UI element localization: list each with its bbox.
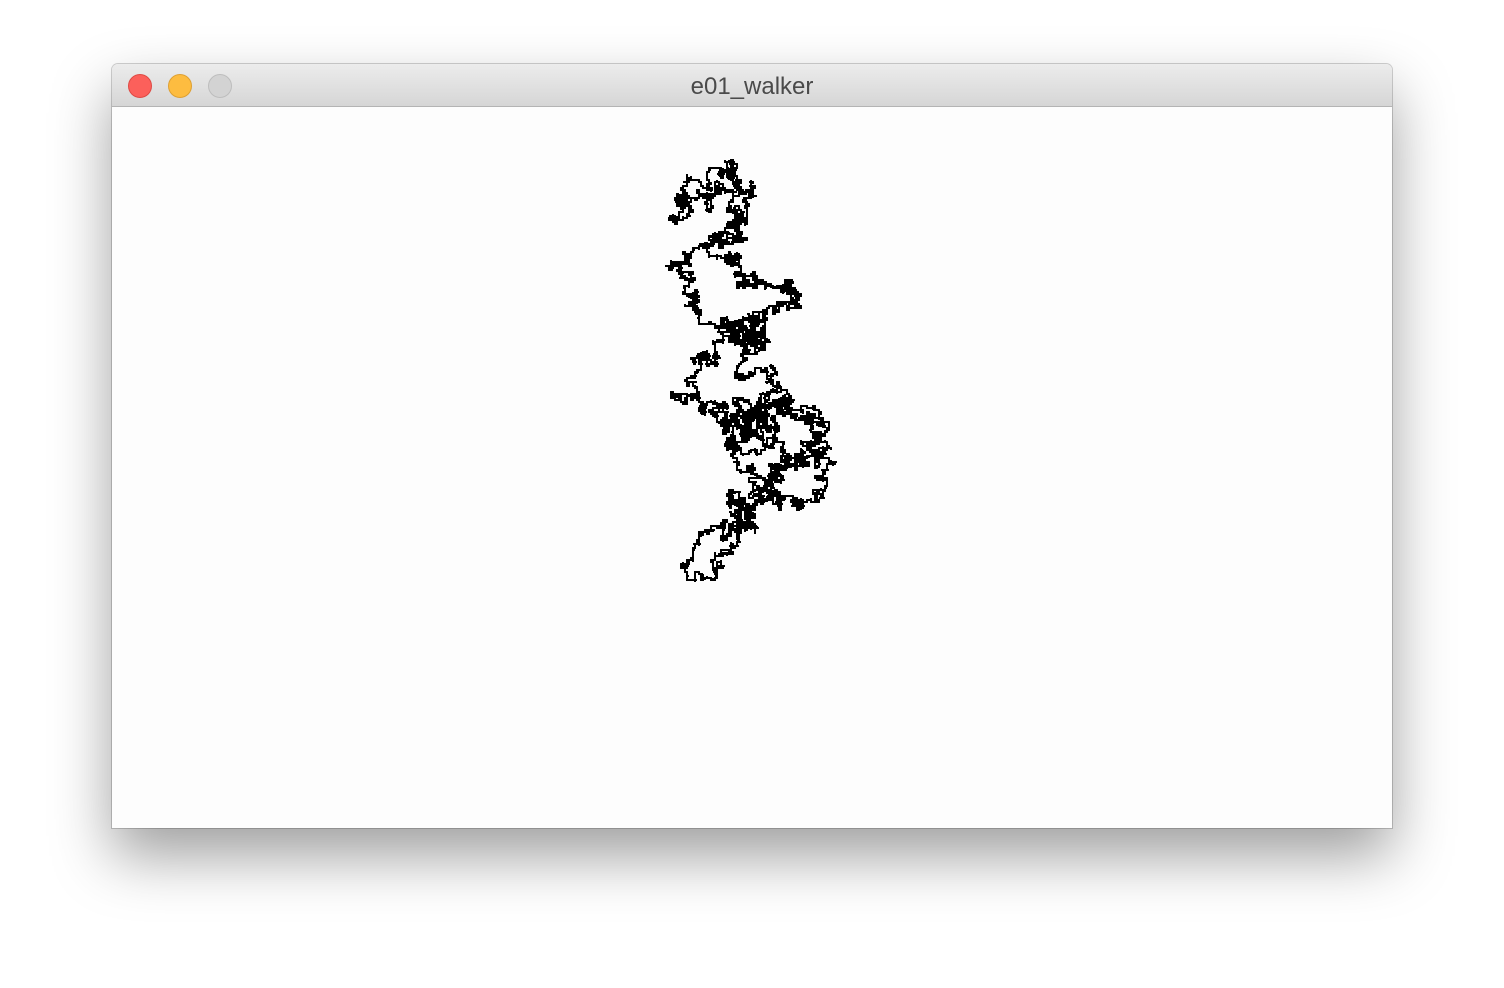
sketch-canvas [112,107,1392,828]
random-walk-drawing [665,159,837,582]
window-title: e01_walker [690,73,814,100]
walker-trail [665,159,837,582]
app-window: e01_walker [112,64,1392,828]
title-bar[interactable]: e01_walker [112,64,1392,107]
